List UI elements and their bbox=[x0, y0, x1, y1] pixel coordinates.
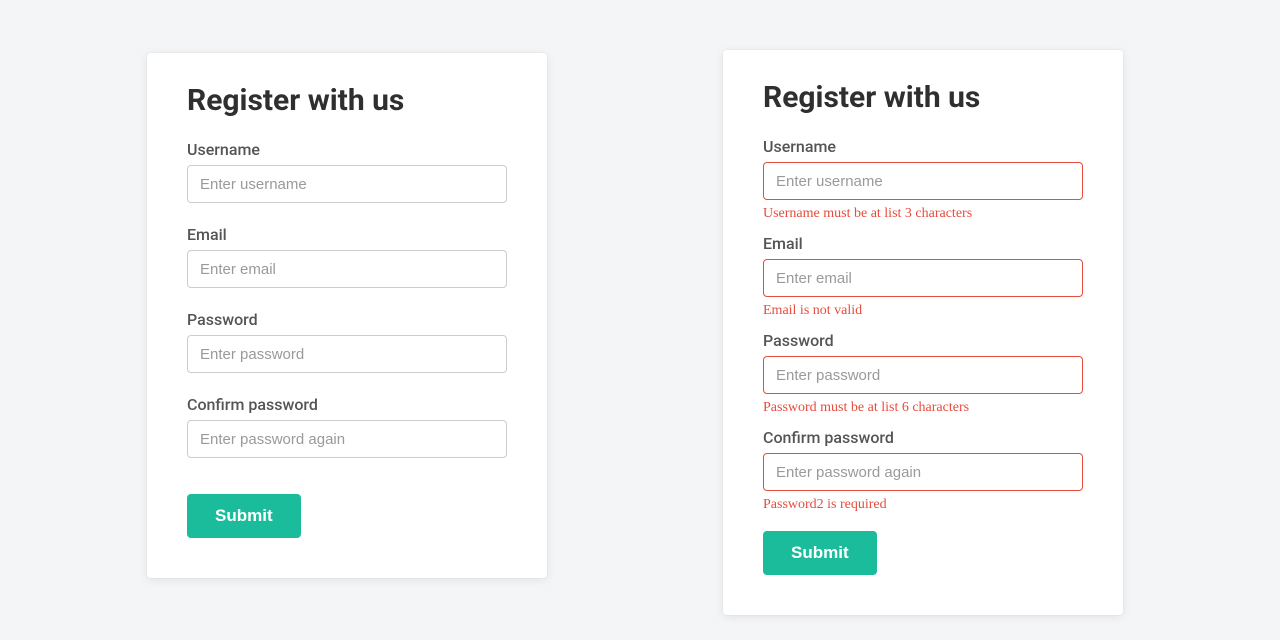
username-error: Username must be at list 3 characters bbox=[763, 206, 1083, 222]
email-input[interactable] bbox=[763, 259, 1083, 297]
email-error: Email is not valid bbox=[763, 303, 1083, 319]
username-input[interactable] bbox=[187, 165, 507, 203]
field-group-email: Email Email is not valid bbox=[763, 234, 1083, 319]
field-group-password: Password Password must be at list 6 char… bbox=[763, 331, 1083, 416]
password-input[interactable] bbox=[763, 356, 1083, 394]
submit-button[interactable]: Submit bbox=[187, 494, 301, 538]
password-label: Password bbox=[187, 310, 507, 329]
confirm-input[interactable] bbox=[763, 453, 1083, 491]
username-input[interactable] bbox=[763, 162, 1083, 200]
field-group-confirm: Confirm password Password2 is required bbox=[763, 428, 1083, 513]
confirm-label: Confirm password bbox=[763, 428, 1083, 447]
confirm-input[interactable] bbox=[187, 420, 507, 458]
username-label: Username bbox=[187, 140, 507, 159]
password-label: Password bbox=[763, 331, 1083, 350]
password-error: Password must be at list 6 characters bbox=[763, 400, 1083, 416]
register-card-clean: Register with us Username Email Password… bbox=[147, 53, 547, 578]
email-input[interactable] bbox=[187, 250, 507, 288]
submit-button[interactable]: Submit bbox=[763, 531, 877, 575]
form-title: Register with us bbox=[763, 80, 1083, 115]
field-group-confirm: Confirm password bbox=[187, 395, 507, 458]
email-label: Email bbox=[763, 234, 1083, 253]
password-input[interactable] bbox=[187, 335, 507, 373]
confirm-label: Confirm password bbox=[187, 395, 507, 414]
username-label: Username bbox=[763, 137, 1083, 156]
field-group-username: Username Username must be at list 3 char… bbox=[763, 137, 1083, 222]
form-title: Register with us bbox=[187, 83, 507, 118]
register-card-error: Register with us Username Username must … bbox=[723, 50, 1123, 615]
field-group-password: Password bbox=[187, 310, 507, 373]
field-group-username: Username bbox=[187, 140, 507, 203]
field-group-email: Email bbox=[187, 225, 507, 288]
email-label: Email bbox=[187, 225, 507, 244]
confirm-error: Password2 is required bbox=[763, 497, 1083, 513]
